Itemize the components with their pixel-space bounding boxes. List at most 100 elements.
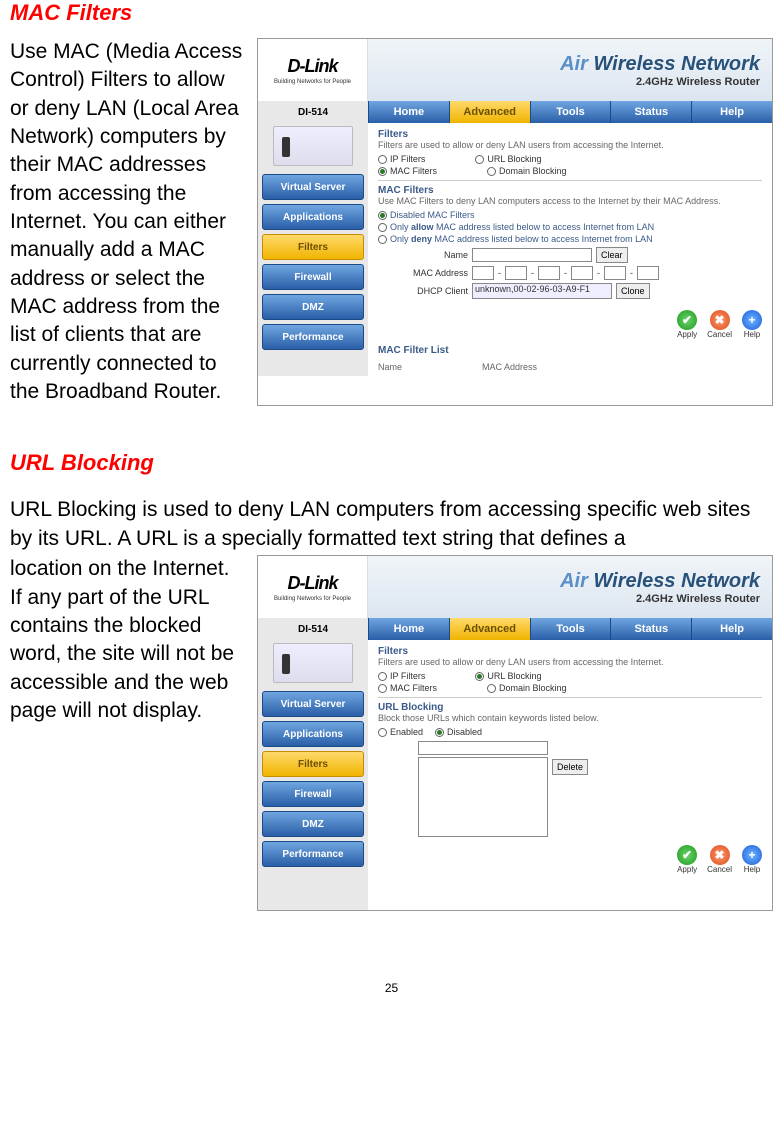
tab-status[interactable]: Status: [610, 618, 691, 640]
tab-tools[interactable]: Tools: [530, 101, 611, 123]
input-name[interactable]: [472, 248, 592, 262]
brand-logo: D-Link Building Networks for People: [258, 39, 368, 101]
filters-desc: Filters are used to allow or deny LAN us…: [378, 140, 762, 150]
radio-allow-mac[interactable]: Only allow MAC address listed below to a…: [378, 222, 762, 232]
sidebar-performance[interactable]: Performance: [262, 841, 364, 867]
device-image: [273, 643, 353, 683]
radio-url-blocking[interactable]: URL Blocking: [475, 671, 541, 681]
product-name: Air Wireless Network: [560, 53, 760, 76]
url-blocking-heading: URL Blocking: [378, 702, 762, 713]
tab-help[interactable]: Help: [691, 101, 772, 123]
sidebar-virtual-server[interactable]: Virtual Server: [262, 691, 364, 717]
tab-home[interactable]: Home: [368, 101, 449, 123]
keyword-list[interactable]: [418, 757, 548, 837]
input-mac-2[interactable]: [505, 266, 527, 280]
radio-mac-filters[interactable]: MAC Filters: [378, 683, 437, 693]
col-name: Name: [378, 362, 402, 372]
mac-filters-heading: MAC Filters: [378, 185, 762, 196]
cross-icon: ✖: [710, 845, 730, 865]
label-name: Name: [378, 250, 468, 260]
product-banner: Air Wireless Network 2.4GHz Wireless Rou…: [368, 556, 772, 618]
cross-icon: ✖: [710, 310, 730, 330]
help-button[interactable]: +Help: [742, 845, 762, 874]
radio-domain-blocking[interactable]: Domain Blocking: [487, 166, 567, 176]
main-tabs: Home Advanced Tools Status Help: [368, 618, 772, 640]
filters-desc: Filters are used to allow or deny LAN us…: [378, 657, 762, 667]
mac-filter-list-heading: MAC Filter List: [378, 345, 762, 356]
check-icon: ✔: [677, 310, 697, 330]
router-ui-url-blocking: D-Link Building Networks for People Air …: [257, 555, 773, 911]
dlink-tagline: Building Networks for People: [274, 79, 351, 85]
radio-enabled[interactable]: Enabled: [378, 727, 423, 737]
check-icon: ✔: [677, 845, 697, 865]
help-button[interactable]: +Help: [742, 310, 762, 339]
label-dhcp-client: DHCP Client: [378, 286, 468, 296]
sidebar: DI-514 Virtual Server Applications Filte…: [258, 101, 368, 376]
model-label: DI-514: [298, 624, 328, 635]
tab-home[interactable]: Home: [368, 618, 449, 640]
product-banner: Air Wireless Network 2.4GHz Wireless Rou…: [368, 39, 772, 101]
tab-advanced[interactable]: Advanced: [449, 101, 530, 123]
input-mac-1[interactable]: [472, 266, 494, 280]
filters-heading: Filters: [378, 646, 762, 657]
radio-ip-filters[interactable]: IP Filters: [378, 154, 425, 164]
sidebar-firewall[interactable]: Firewall: [262, 781, 364, 807]
radio-disabled-mac[interactable]: Disabled MAC Filters: [378, 210, 762, 220]
page-number: 25: [10, 981, 773, 1005]
section2-body-text: location on the Internet. If any part of…: [10, 555, 245, 911]
radio-disabled[interactable]: Disabled: [435, 727, 482, 737]
apply-button[interactable]: ✔Apply: [677, 310, 697, 339]
sidebar: DI-514 Virtual Server Applications Filte…: [258, 618, 368, 910]
clear-button[interactable]: Clear: [596, 247, 628, 263]
input-mac-5[interactable]: [604, 266, 626, 280]
radio-domain-blocking[interactable]: Domain Blocking: [487, 683, 567, 693]
product-name: Air Wireless Network: [560, 570, 760, 593]
sidebar-applications[interactable]: Applications: [262, 721, 364, 747]
dlink-wordmark: D-Link: [288, 56, 338, 77]
sidebar-dmz[interactable]: DMZ: [262, 294, 364, 320]
label-mac-address: MAC Address: [378, 268, 468, 278]
section1-heading: MAC Filters: [10, 0, 773, 38]
main-tabs: Home Advanced Tools Status Help: [368, 101, 772, 123]
radio-deny-mac[interactable]: Only deny MAC address listed below to ac…: [378, 234, 762, 244]
model-label: DI-514: [298, 107, 328, 118]
dlink-wordmark: D-Link: [288, 573, 338, 594]
section2-intro-text: URL Blocking is used to deny LAN compute…: [10, 496, 773, 553]
cancel-button[interactable]: ✖Cancel: [707, 310, 732, 339]
tab-tools[interactable]: Tools: [530, 618, 611, 640]
sidebar-filters[interactable]: Filters: [262, 751, 364, 777]
sidebar-firewall[interactable]: Firewall: [262, 264, 364, 290]
mac-filters-desc: Use MAC Filters to deny LAN computers ac…: [378, 196, 762, 206]
router-ui-mac-filters: D-Link Building Networks for People Air …: [257, 38, 773, 406]
col-mac-address: MAC Address: [482, 362, 537, 372]
radio-url-blocking[interactable]: URL Blocking: [475, 154, 541, 164]
dhcp-client-select[interactable]: unknown,00-02-96-03-A9-F1: [472, 283, 612, 299]
input-mac-3[interactable]: [538, 266, 560, 280]
tab-advanced[interactable]: Advanced: [449, 618, 530, 640]
tab-help[interactable]: Help: [691, 618, 772, 640]
sidebar-virtual-server[interactable]: Virtual Server: [262, 174, 364, 200]
plus-icon: +: [742, 310, 762, 330]
input-mac-4[interactable]: [571, 266, 593, 280]
sidebar-filters[interactable]: Filters: [262, 234, 364, 260]
radio-mac-filters[interactable]: MAC Filters: [378, 166, 437, 176]
apply-button[interactable]: ✔Apply: [677, 845, 697, 874]
url-blocking-desc: Block those URLs which contain keywords …: [378, 713, 762, 723]
radio-ip-filters[interactable]: IP Filters: [378, 671, 425, 681]
tab-status[interactable]: Status: [610, 101, 691, 123]
product-subtitle: 2.4GHz Wireless Router: [636, 593, 760, 605]
filters-heading: Filters: [378, 129, 762, 140]
sidebar-dmz[interactable]: DMZ: [262, 811, 364, 837]
keyword-input[interactable]: [418, 741, 548, 755]
input-mac-6[interactable]: [637, 266, 659, 280]
sidebar-performance[interactable]: Performance: [262, 324, 364, 350]
section2-heading: URL Blocking: [10, 450, 773, 476]
cancel-button[interactable]: ✖Cancel: [707, 845, 732, 874]
delete-button[interactable]: Delete: [552, 759, 588, 775]
sidebar-applications[interactable]: Applications: [262, 204, 364, 230]
dlink-tagline: Building Networks for People: [274, 596, 351, 602]
device-image: [273, 126, 353, 166]
brand-logo: D-Link Building Networks for People: [258, 556, 368, 618]
product-subtitle: 2.4GHz Wireless Router: [636, 76, 760, 88]
clone-button[interactable]: Clone: [616, 283, 650, 299]
